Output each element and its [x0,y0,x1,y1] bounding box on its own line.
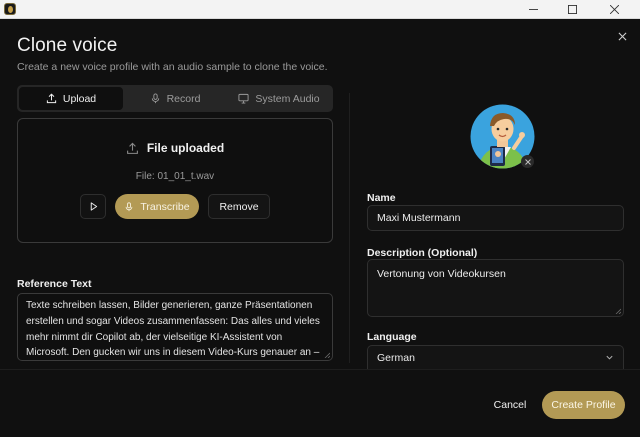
app-logo-icon [4,3,16,15]
language-label: Language [367,331,417,343]
remove-button[interactable]: Remove [208,194,270,219]
cancel-button[interactable]: Cancel [485,392,535,418]
window-close-button[interactable] [595,0,633,19]
close-icon [524,158,531,165]
tab-label: Record [166,92,201,105]
create-profile-button[interactable]: Create Profile [542,391,625,419]
microphone-icon [151,93,159,104]
resize-handle-icon[interactable] [324,352,330,358]
close-icon [618,32,626,40]
source-tabs: Upload Record System Audio [17,85,333,112]
description-label: Description (Optional) [367,247,478,259]
language-value: German [377,351,415,364]
transcribe-button[interactable]: Transcribe [115,194,199,219]
reference-text-area[interactable]: Texte schreiben lassen, Bilder generiere… [17,293,333,361]
name-label: Name [367,192,396,204]
dialog-title: Clone voice [17,35,118,56]
upload-icon [126,142,138,154]
upload-status-label: File uploaded [146,141,225,155]
microphone-icon [126,201,133,211]
transcribe-label: Transcribe [140,200,190,213]
dialog-subtitle: Create a new voice profile with an audio… [17,61,328,73]
window-titlebar [0,0,640,19]
description-input[interactable]: Vertonung von Videokursen [367,259,624,317]
remove-avatar-button[interactable] [521,155,534,168]
footer-divider [0,369,640,370]
upload-icon [46,93,56,104]
reference-text-label: Reference Text [17,278,92,290]
close-icon [609,5,619,14]
column-divider [349,93,350,363]
maximize-button[interactable] [553,0,591,19]
reference-text-content: Texte schreiben lassen, Bilder generiere… [26,300,320,359]
play-icon [90,202,97,211]
upload-area[interactable]: File uploaded File: 01_01_t.wav Transcri… [17,118,333,243]
resize-handle-icon[interactable] [615,308,621,314]
monitor-icon [238,93,249,104]
tab-label: System Audio [255,92,320,105]
uploaded-file-name: File: 01_01_t.wav [135,171,215,182]
minimize-icon [528,9,538,10]
tab-system-audio[interactable]: System Audio [227,87,331,110]
language-select[interactable]: German [367,345,624,369]
description-value: Vertonung von Videokursen [377,268,506,280]
tab-record[interactable]: Record [123,87,227,110]
name-input[interactable]: Maxi Mustermann [367,205,624,231]
upload-actions: Transcribe Remove [18,194,332,219]
dialog-close-button[interactable] [614,28,630,44]
upload-status: File uploaded [18,141,332,155]
play-button[interactable] [80,194,106,219]
tab-label: Upload [62,92,97,105]
chevron-down-icon [606,355,613,360]
maximize-icon [567,5,577,14]
tab-upload[interactable]: Upload [19,87,123,110]
minimize-button[interactable] [514,0,552,19]
